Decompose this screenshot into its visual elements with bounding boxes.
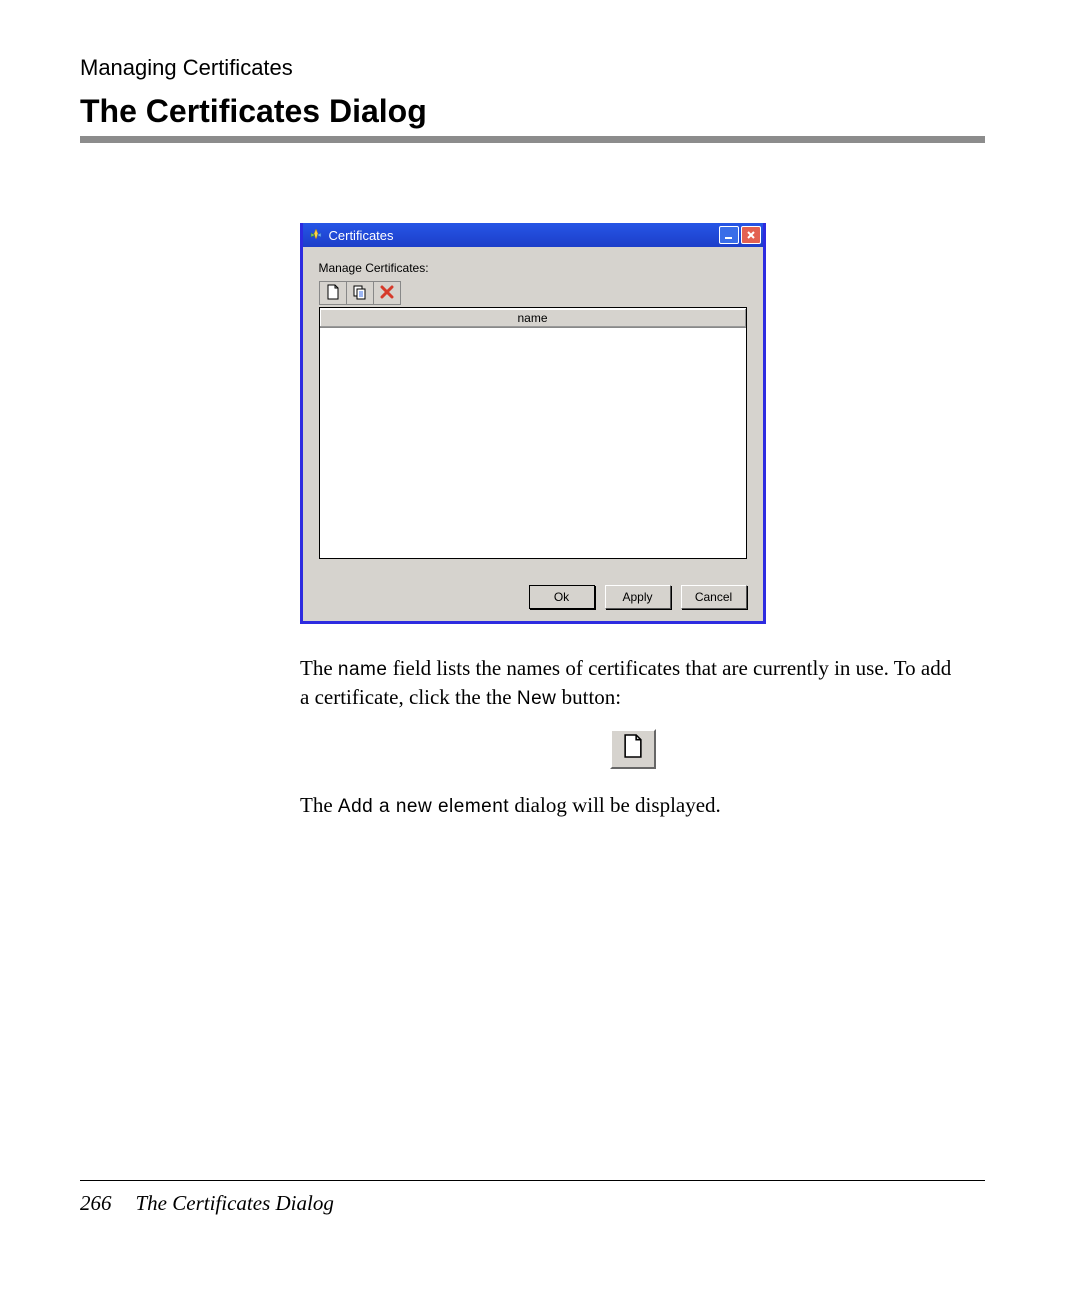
apply-button[interactable]: Apply — [605, 585, 671, 609]
footer-title: The Certificates Dialog — [136, 1191, 334, 1216]
text: dialog will be displayed. — [509, 793, 721, 817]
dialog-body: Manage Certificates: — [303, 247, 763, 621]
section-title: The Certificates Dialog — [80, 93, 985, 130]
close-button[interactable] — [741, 226, 761, 244]
paragraph-1: The name field lists the names of certif… — [300, 654, 965, 711]
new-document-icon — [622, 733, 644, 766]
delete-x-icon — [380, 285, 394, 302]
copy-icon — [352, 284, 368, 303]
page-number: 266 — [80, 1191, 112, 1216]
footer-rule — [80, 1180, 985, 1181]
text: The — [300, 656, 338, 680]
window-controls — [719, 226, 761, 244]
toolbar — [319, 281, 401, 305]
body-text: The name field lists the names of certif… — [300, 654, 965, 820]
manage-certificates-label: Manage Certificates: — [319, 261, 747, 275]
new-button[interactable] — [320, 282, 347, 304]
text: field lists the names of certificates th… — [300, 656, 951, 709]
delete-button[interactable] — [374, 282, 400, 304]
certificates-dialog: Certificates Manage Certificates: — [300, 223, 766, 624]
dialog-titlebar[interactable]: Certificates — [303, 223, 763, 247]
code-new: New — [517, 688, 557, 709]
text: The — [300, 793, 338, 817]
running-header: Managing Certificates — [80, 55, 985, 81]
title-rule — [80, 136, 985, 143]
code-name: name — [338, 659, 388, 680]
new-button-large — [610, 729, 656, 769]
text: button: — [556, 685, 621, 709]
new-document-icon — [326, 284, 340, 303]
titlebar-left: Certificates — [309, 228, 394, 243]
document-page: Managing Certificates The Certificates D… — [0, 0, 1080, 1311]
app-icon — [309, 228, 323, 242]
page-footer: 266 The Certificates Dialog — [80, 1191, 334, 1216]
certificates-dialog-figure: Certificates Manage Certificates: — [80, 223, 985, 624]
certificates-list-body[interactable] — [320, 328, 746, 558]
copy-button[interactable] — [347, 282, 374, 304]
new-button-figure — [300, 729, 965, 769]
cancel-button[interactable]: Cancel — [681, 585, 747, 609]
column-header-name[interactable]: name — [320, 308, 746, 328]
dialog-title: Certificates — [329, 228, 394, 243]
code-add-new-element: Add a new element — [338, 796, 509, 817]
dialog-button-row: Ok Apply Cancel — [319, 585, 747, 609]
minimize-button[interactable] — [719, 226, 739, 244]
ok-button[interactable]: Ok — [529, 585, 595, 609]
certificates-list[interactable]: name — [319, 307, 747, 559]
paragraph-2: The Add a new element dialog will be dis… — [300, 791, 965, 820]
